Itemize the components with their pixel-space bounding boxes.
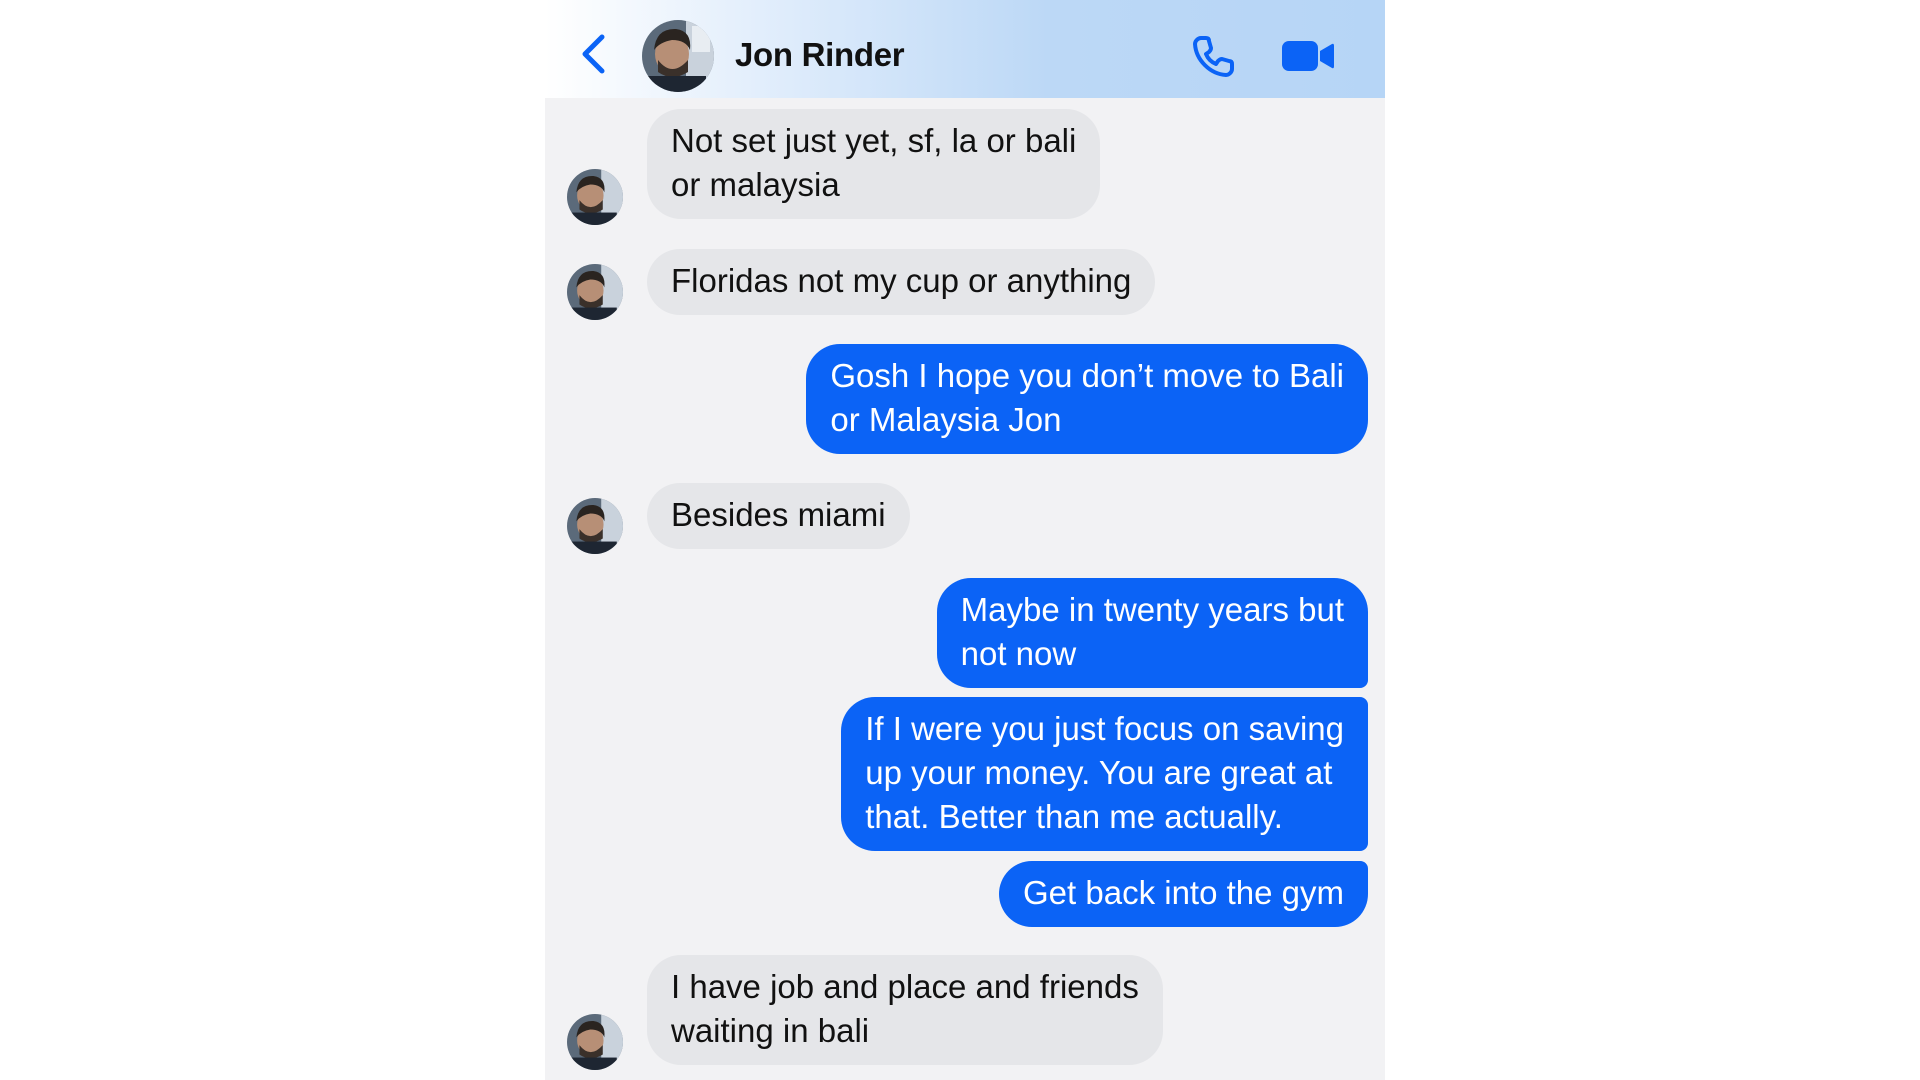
message-line: not now [960, 635, 1077, 672]
message-bubble-incoming[interactable]: I have job and place and friends waiting… [647, 955, 1163, 1065]
sender-avatar[interactable] [567, 264, 623, 320]
message-line: Get back into the gym [1023, 874, 1344, 911]
video-camera-icon [1282, 41, 1334, 71]
sender-avatar[interactable] [567, 169, 623, 225]
message-line: or Malaysia Jon [830, 401, 1062, 438]
chat-screen: Jon Rinder Not set just yet, sf, la or b… [545, 0, 1385, 1080]
message-line: Not set just yet, sf, la or bali [671, 122, 1077, 159]
sender-avatar[interactable] [567, 498, 623, 554]
contact-avatar[interactable] [642, 20, 714, 92]
message-line: waiting in bali [671, 1012, 870, 1049]
chevron-left-icon [582, 34, 605, 74]
message-line: Besides miami [671, 496, 886, 533]
message-line: If I were you just focus on saving [865, 710, 1344, 747]
message-line: Maybe in twenty years but [960, 591, 1344, 628]
message-line: or malaysia [671, 166, 840, 203]
message-line: I have job and place and friends [671, 968, 1139, 1005]
message-bubble-outgoing[interactable]: If I were you just focus on saving up yo… [841, 697, 1368, 851]
message-line: Gosh I hope you don’t move to Bali [830, 357, 1344, 394]
message-bubble-incoming[interactable]: Besides miami [647, 483, 910, 549]
message-bubble-outgoing[interactable]: Gosh I hope you don’t move to Bali or Ma… [806, 344, 1368, 454]
message-line: up your money. You are great at [865, 754, 1333, 791]
contact-name[interactable]: Jon Rinder [735, 36, 905, 74]
message-bubble-outgoing[interactable]: Maybe in twenty years but not now [936, 578, 1368, 688]
chat-header: Jon Rinder [545, 0, 1385, 98]
message-bubble-outgoing[interactable]: Get back into the gym [999, 861, 1368, 927]
message-line: that. Better than me actually. [865, 798, 1283, 835]
back-button[interactable] [575, 32, 611, 76]
video-call-button[interactable] [1280, 38, 1336, 74]
message-bubble-incoming[interactable]: Not set just yet, sf, la or bali or mala… [647, 109, 1101, 219]
sender-avatar[interactable] [567, 1014, 623, 1070]
message-line: Floridas not my cup or anything [671, 262, 1132, 299]
message-bubble-incoming[interactable]: Floridas not my cup or anything [647, 249, 1156, 315]
phone-icon [1193, 36, 1234, 77]
audio-call-button[interactable] [1192, 34, 1236, 78]
